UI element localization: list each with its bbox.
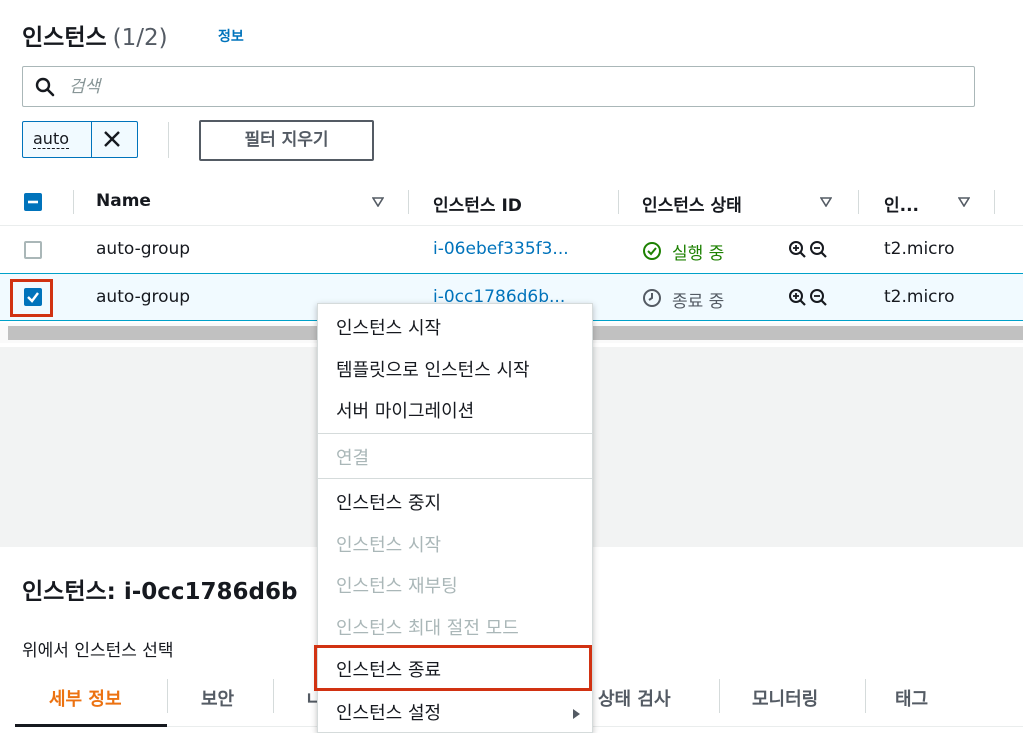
tab-details[interactable]: 세부 정보 — [49, 685, 122, 711]
sort-icon[interactable] — [372, 197, 384, 207]
instance-type: t2.micro — [884, 287, 955, 307]
tab-divider — [273, 679, 274, 713]
menu-item-stop-instance[interactable]: 인스턴스 중지 — [336, 489, 441, 515]
highlight-checkbox — [10, 279, 53, 317]
highlight-terminate — [314, 645, 592, 691]
select-all-checkbox[interactable] — [24, 193, 42, 211]
column-header-instance-id[interactable]: 인스턴스 ID — [433, 191, 522, 216]
submenu-arrow-icon — [573, 709, 580, 719]
search-box[interactable] — [22, 66, 975, 107]
close-icon[interactable] — [102, 129, 122, 149]
tab-security[interactable]: 보안 — [201, 685, 234, 711]
tab-monitoring[interactable]: 모니터링 — [752, 685, 818, 711]
menu-item-start-instance-disabled: 인스턴스 시작 — [336, 535, 442, 556]
column-divider — [73, 190, 74, 214]
details-subtitle: 위에서 인스턴스 선택 — [22, 641, 174, 661]
clear-filters-button[interactable]: 필터 지우기 — [199, 120, 374, 161]
menu-item-instance-settings[interactable]: 인스턴스 설정 — [336, 699, 441, 725]
tab-divider — [719, 679, 720, 713]
sort-icon[interactable] — [820, 197, 832, 207]
active-tab-indicator — [15, 724, 167, 727]
instance-name: auto-group — [96, 239, 191, 259]
filter-divider — [168, 122, 169, 158]
details-title: 인스턴스: i-0cc1786d6b — [22, 579, 298, 605]
search-input[interactable] — [69, 74, 949, 100]
column-divider — [858, 190, 859, 214]
info-link[interactable]: 정보 — [218, 26, 244, 46]
tab-tags[interactable]: 태그 — [895, 685, 928, 711]
menu-divider — [318, 433, 592, 434]
title-text: 인스턴스 — [22, 25, 107, 51]
page-title: 인스턴스 (1/2) — [22, 18, 168, 52]
menu-item-hibernate-instance: 인스턴스 최대 절전 모드 — [336, 618, 519, 639]
menu-item-reboot-instance: 인스턴스 재부팅 — [336, 576, 458, 597]
column-header-instance-state[interactable]: 인스턴스 상태 — [642, 191, 742, 216]
zoom-icons[interactable] — [788, 240, 830, 260]
sort-icon[interactable] — [958, 197, 970, 207]
column-divider — [408, 190, 409, 214]
check-circle-icon — [643, 242, 661, 260]
zoom-icons[interactable] — [788, 288, 830, 308]
table-header: Name 인스턴스 ID 인스턴스 상태 인... — [0, 178, 1023, 226]
menu-item-start-instance[interactable]: 인스턴스 시작 — [336, 314, 441, 340]
tab-divider — [167, 679, 168, 713]
row-checkbox[interactable] — [24, 241, 42, 259]
instance-state: 종료 중 — [672, 292, 725, 312]
column-header-instance-type[interactable]: 인... — [884, 191, 919, 216]
instance-type: t2.micro — [884, 239, 955, 259]
menu-item-server-migration[interactable]: 서버 마이그레이션 — [336, 397, 474, 423]
column-header-name[interactable]: Name — [96, 191, 151, 211]
menu-item-connect: 연결 — [336, 448, 370, 469]
menu-divider — [318, 478, 592, 479]
filter-token-label: auto — [33, 129, 70, 149]
instance-name: auto-group — [96, 287, 191, 307]
menu-item-launch-from-template[interactable]: 템플릿으로 인스턴스 시작 — [336, 356, 530, 382]
instance-state: 실행 중 — [672, 244, 725, 264]
instance-id-link[interactable]: i-06ebef335f3... — [433, 239, 569, 259]
filter-token[interactable]: auto — [22, 121, 138, 158]
clock-icon — [643, 289, 661, 307]
column-divider — [618, 190, 619, 214]
minus-icon — [28, 200, 38, 204]
column-divider — [994, 190, 995, 214]
search-icon — [35, 77, 55, 97]
instance-count: (1/2) — [112, 25, 168, 51]
tab-status-checks[interactable]: 상태 검사 — [598, 685, 671, 711]
tab-divider — [865, 679, 866, 713]
table-row[interactable]: auto-group i-06ebef335f3... 실행 중 t2.micr… — [0, 226, 1023, 274]
filter-token-divider — [91, 122, 92, 157]
